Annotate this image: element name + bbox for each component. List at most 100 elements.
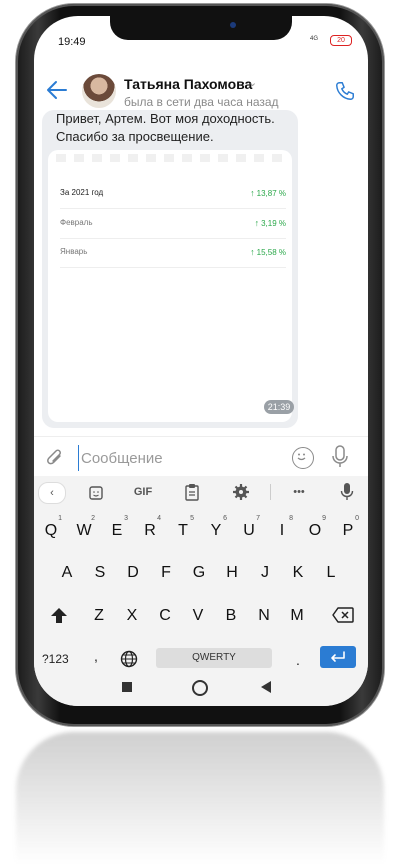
- key-label: M: [290, 607, 304, 624]
- returns-row-label: Январь: [60, 247, 88, 256]
- key-label: G: [192, 564, 206, 581]
- key-label: D: [127, 564, 139, 581]
- message-bubble[interactable]: Привет, Артем. Вот моя доходность. Спаси…: [42, 110, 298, 428]
- clipboard-icon[interactable]: [184, 482, 200, 502]
- letter-key[interactable]: E3: [102, 515, 132, 546]
- letter-key[interactable]: S: [85, 558, 115, 588]
- letter-key[interactable]: X: [117, 601, 147, 631]
- globe-icon[interactable]: [120, 650, 138, 668]
- gif-button[interactable]: GIF: [128, 482, 158, 502]
- message-timestamp: 21:39: [264, 400, 294, 414]
- letter-key[interactable]: W2: [69, 515, 99, 546]
- key-label: K: [292, 564, 304, 581]
- call-icon[interactable]: [334, 80, 356, 102]
- emoji-icon[interactable]: [292, 447, 314, 469]
- comma-key[interactable]: ,: [94, 648, 98, 664]
- key-label: I: [279, 522, 285, 539]
- key-number-hint: 4: [157, 515, 161, 522]
- key-number-hint: 6: [223, 515, 227, 522]
- period-key[interactable]: .: [296, 652, 300, 668]
- sticker-icon[interactable]: [88, 482, 104, 502]
- more-options-button[interactable]: •••: [286, 482, 312, 502]
- returns-row: За 2021 год ↑ 13,87 %: [60, 180, 286, 209]
- returns-row-label: Февраль: [60, 218, 93, 227]
- key-number-hint: 9: [322, 515, 326, 522]
- key-number-hint: 1: [58, 515, 62, 522]
- letter-key[interactable]: L: [316, 558, 346, 588]
- letter-key[interactable]: Z: [84, 601, 114, 631]
- battery-icon: 20: [330, 35, 352, 46]
- key-label: S: [94, 564, 106, 581]
- recent-apps-icon[interactable]: [122, 682, 132, 692]
- letter-key[interactable]: C: [150, 601, 180, 631]
- message-list[interactable]: Привет, Артем. Вот моя доходность. Спаси…: [34, 110, 368, 436]
- letter-key[interactable]: T5: [168, 515, 198, 546]
- chevron-left-icon[interactable]: ‹: [38, 482, 66, 504]
- letter-key[interactable]: A: [52, 558, 82, 588]
- letter-key[interactable]: P0: [333, 515, 363, 546]
- microphone-icon[interactable]: [332, 445, 348, 469]
- signal-icon: 4G: [310, 36, 319, 42]
- enter-icon: [331, 651, 345, 662]
- key-label: L: [326, 564, 336, 581]
- message-input[interactable]: [78, 445, 283, 471]
- key-label: W: [76, 522, 92, 539]
- attach-icon[interactable]: [46, 447, 64, 467]
- key-number-hint: 3: [124, 515, 128, 522]
- backspace-icon[interactable]: [332, 607, 354, 623]
- letter-key[interactable]: V: [183, 601, 213, 631]
- key-label: P: [342, 522, 354, 539]
- contact-name[interactable]: Татьяна Пахомова: [124, 76, 252, 92]
- letter-key[interactable]: I8: [267, 515, 297, 546]
- key-row-1: Q1W2E3R4T5Y6U7I8O9P0: [34, 514, 368, 548]
- letter-key[interactable]: K: [283, 558, 313, 588]
- key-row-2: AS D F GHJK L: [34, 556, 368, 590]
- letter-key[interactable]: U7: [234, 515, 264, 546]
- compose-bar: [34, 436, 368, 477]
- key-number-hint: 8: [289, 515, 293, 522]
- key-label: F: [161, 564, 171, 581]
- letter-key[interactable]: M: [282, 601, 312, 631]
- phone-reflection: [16, 732, 384, 864]
- key-label: V: [192, 607, 204, 624]
- letter-key[interactable]: G: [184, 558, 214, 588]
- letter-key[interactable]: Y6: [201, 515, 231, 546]
- enter-key[interactable]: [320, 646, 356, 668]
- message-text: Привет, Артем. Вот моя доходность. Спаси…: [56, 111, 275, 144]
- key-label: Y: [210, 522, 222, 539]
- returns-row-value: ↑ 3,19 %: [254, 218, 286, 228]
- letter-key[interactable]: R4: [135, 515, 165, 546]
- shift-icon[interactable]: [50, 607, 68, 625]
- contact-avatar[interactable]: [82, 74, 116, 108]
- back-arrow-icon[interactable]: [46, 80, 68, 100]
- letter-key[interactable]: O9: [300, 515, 330, 546]
- key-label: Z: [94, 607, 104, 624]
- returns-row: Январь ↑ 15,58 %: [60, 239, 286, 268]
- gear-icon[interactable]: [232, 482, 250, 502]
- letter-key[interactable]: Q1: [36, 515, 66, 546]
- phone-screen: 19:49 4G 20 Татьяна Пахомова ⌄ была в се…: [34, 16, 368, 706]
- key-row-4: ?123 , QWERTY .: [34, 642, 368, 676]
- letter-key[interactable]: N: [249, 601, 279, 631]
- letter-key[interactable]: H: [217, 558, 247, 588]
- up-arrow-icon: ↑: [250, 188, 255, 198]
- camera-icon: [230, 22, 236, 28]
- key-label: T: [178, 522, 188, 539]
- space-key[interactable]: QWERTY: [156, 648, 272, 668]
- home-icon[interactable]: [192, 680, 208, 696]
- letter-key[interactable]: J: [250, 558, 280, 588]
- voice-input-icon[interactable]: [340, 482, 354, 502]
- letter-key[interactable]: B: [216, 601, 246, 631]
- letter-key[interactable]: F: [151, 558, 181, 588]
- attached-image[interactable]: За 2021 год ↑ 13,87 % Февраль ↑ 3,19 % Янв…: [48, 150, 292, 422]
- symbols-key[interactable]: ?123: [42, 652, 69, 666]
- letter-key[interactable]: D: [118, 558, 148, 588]
- key-label: X: [126, 607, 138, 624]
- chevron-down-icon[interactable]: ⌄: [248, 76, 257, 89]
- key-label: R: [144, 522, 156, 539]
- back-icon[interactable]: [260, 680, 272, 694]
- key-label: Q: [44, 522, 58, 539]
- key-row-3: Z XCVBNM: [34, 599, 368, 633]
- system-navigation-bar: [34, 672, 368, 700]
- phone-notch: [110, 16, 292, 40]
